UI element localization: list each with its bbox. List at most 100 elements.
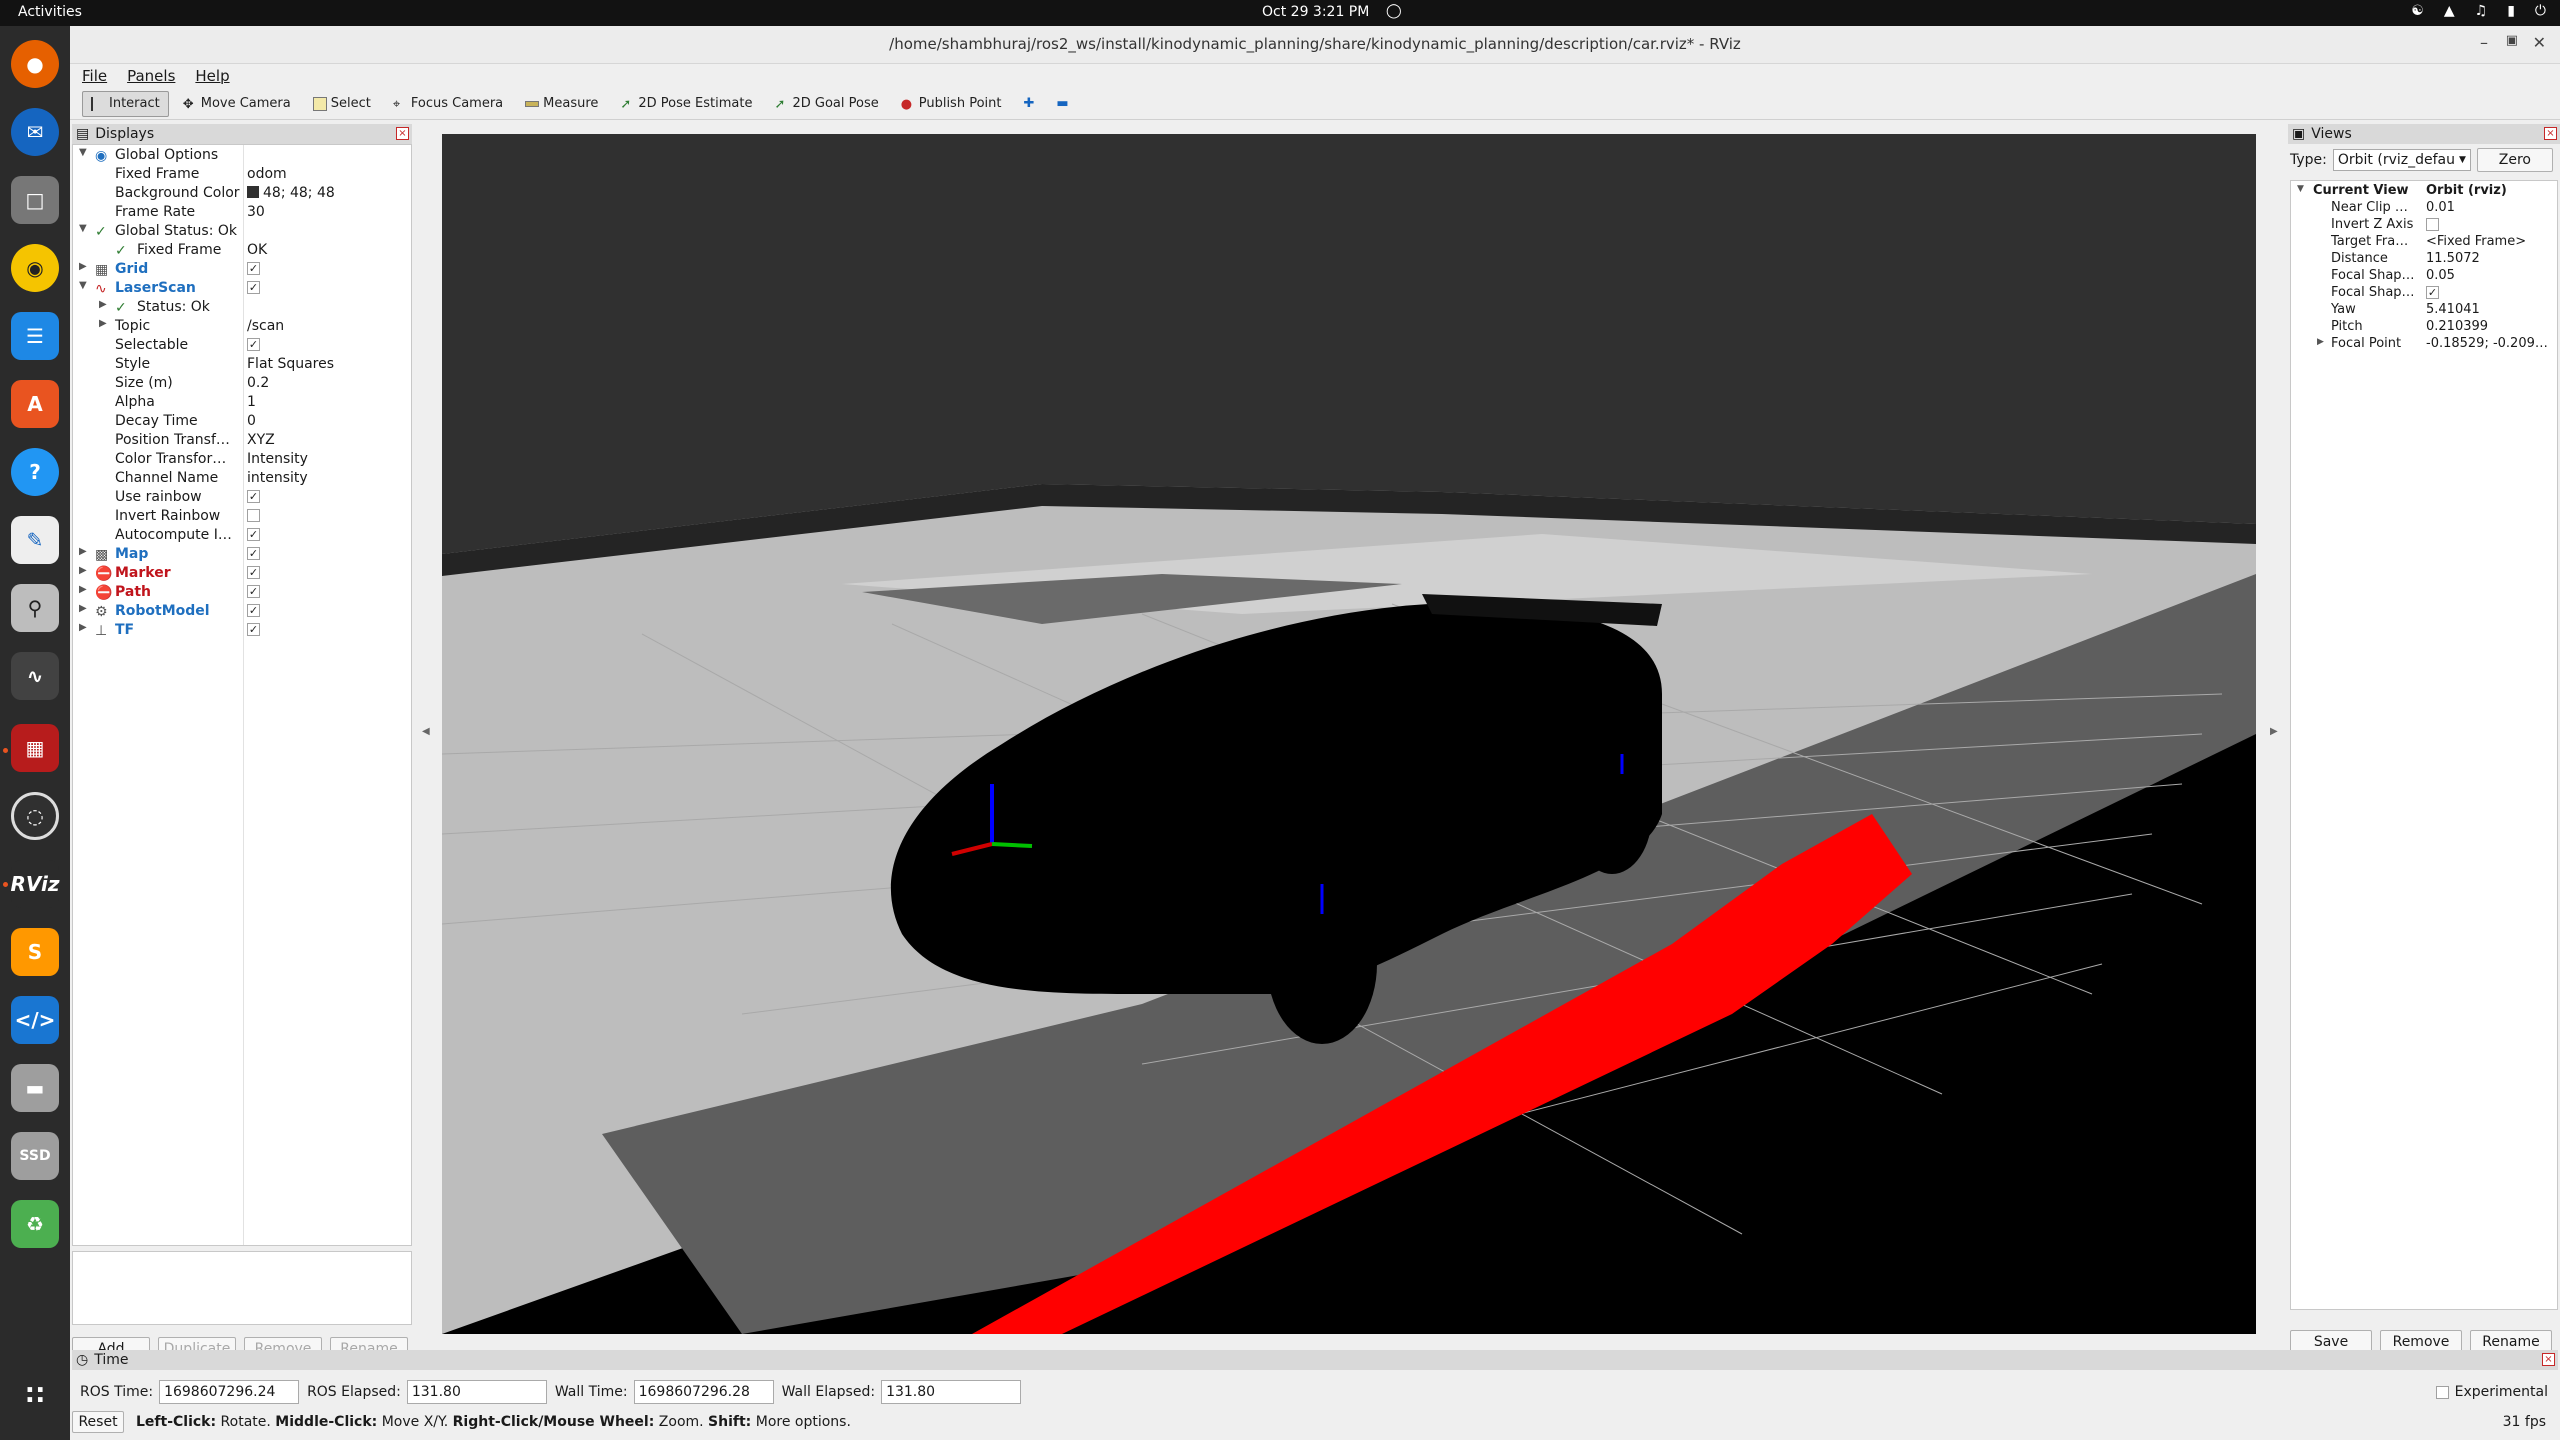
- drive-icon[interactable]: ▬: [11, 1064, 59, 1112]
- left-splitter-handle[interactable]: ◀: [422, 726, 430, 737]
- view-type-select[interactable]: Orbit (rviz_defau ▼: [2332, 149, 2471, 171]
- ssd-icon[interactable]: SSD: [11, 1132, 59, 1180]
- minimize-icon[interactable]: –: [2480, 33, 2488, 52]
- menu-help[interactable]: Help: [195, 67, 229, 85]
- tree-row-fixed-frame-status[interactable]: ✓ Fixed Frame OK: [73, 241, 411, 260]
- expand-icon[interactable]: ▶: [79, 603, 87, 614]
- close-panel-icon[interactable]: ×: [2544, 127, 2557, 140]
- help-icon[interactable]: ?: [11, 448, 59, 496]
- gnome-terminal-icon[interactable]: ▦: [11, 724, 59, 772]
- expand-icon[interactable]: ▶: [2317, 337, 2324, 347]
- collapse-icon[interactable]: ▼: [79, 280, 87, 291]
- expand-icon[interactable]: ▶: [79, 622, 87, 633]
- expand-icon[interactable]: ▶: [79, 546, 87, 557]
- reset-button[interactable]: Reset: [72, 1411, 124, 1433]
- thunderbird-icon[interactable]: ✉: [11, 108, 59, 156]
- libreoffice-writer-icon[interactable]: ☰: [11, 312, 59, 360]
- tree-row-frame-rate[interactable]: Frame Rate 30: [73, 203, 411, 222]
- tree-row-style[interactable]: Style Flat Squares: [73, 355, 411, 374]
- map-enabled-checkbox[interactable]: ✓: [247, 547, 260, 560]
- grid-enabled-checkbox[interactable]: ✓: [247, 262, 260, 275]
- close-panel-icon[interactable]: ×: [396, 127, 409, 140]
- tree-row-selectable[interactable]: Selectable ✓: [73, 336, 411, 355]
- view-row-near-clip[interactable]: Near Clip … 0.01: [2291, 200, 2557, 217]
- tree-row-grid[interactable]: ▶ ▦ Grid ✓: [73, 260, 411, 279]
- tree-row-invert-rainbow[interactable]: Invert Rainbow: [73, 507, 411, 526]
- autocompute-checkbox[interactable]: ✓: [247, 528, 260, 541]
- add-tool-button[interactable]: ✚: [1015, 91, 1042, 117]
- measure-tool[interactable]: Measure: [517, 91, 606, 117]
- view-row-current-view[interactable]: ▼ Current View Orbit (rviz): [2291, 183, 2557, 200]
- collapse-icon[interactable]: ▼: [79, 223, 87, 234]
- goal-pose-tool[interactable]: ➚ 2D Goal Pose: [766, 91, 886, 117]
- firefox-icon[interactable]: ●: [11, 40, 59, 88]
- tree-row-fixed-frame[interactable]: Fixed Frame odom: [73, 165, 411, 184]
- maximize-icon[interactable]: ▣: [2506, 33, 2518, 48]
- tree-row-position-transformer[interactable]: Position Transf… XYZ: [73, 431, 411, 450]
- tree-row-path[interactable]: ▶ ⛔ Path ✓: [73, 583, 411, 602]
- focal-shape-checkbox[interactable]: ✓: [2426, 286, 2439, 299]
- menu-file[interactable]: File: [82, 67, 107, 85]
- search-icon[interactable]: ⚲: [11, 584, 59, 632]
- tree-row-marker[interactable]: ▶ ⛔ Marker ✓: [73, 564, 411, 583]
- system-monitor-icon[interactable]: ∿: [11, 652, 59, 700]
- view-row-distance[interactable]: Distance 11.5072: [2291, 251, 2557, 268]
- tree-row-alpha[interactable]: Alpha 1: [73, 393, 411, 412]
- marker-enabled-checkbox[interactable]: ✓: [247, 566, 260, 579]
- vscode-icon[interactable]: </>: [11, 996, 59, 1044]
- view-row-focal-shape-fixed[interactable]: Focal Shap… ✓: [2291, 285, 2557, 302]
- notification-icon[interactable]: ◯: [1386, 3, 1402, 19]
- tf-enabled-checkbox[interactable]: ✓: [247, 623, 260, 636]
- tree-row-topic[interactable]: ▶ Topic/scan: [73, 317, 411, 336]
- path-enabled-checkbox[interactable]: ✓: [247, 585, 260, 598]
- 3d-viewport[interactable]: [442, 134, 2256, 1334]
- wall-elapsed-input[interactable]: 131.80: [881, 1380, 1022, 1404]
- invert-rainbow-checkbox[interactable]: [247, 509, 260, 522]
- view-row-focal-shape-size[interactable]: Focal Shap… 0.05: [2291, 268, 2557, 285]
- experimental-option[interactable]: Experimental: [2435, 1384, 2548, 1400]
- publish-point-tool[interactable]: ● Publish Point: [893, 91, 1010, 117]
- rhythmbox-icon[interactable]: ◉: [11, 244, 59, 292]
- expand-icon[interactable]: ▶: [79, 565, 87, 576]
- view-row-invert-z[interactable]: Invert Z Axis: [2291, 217, 2557, 234]
- tree-row-background-color[interactable]: Background Color 48; 48; 48: [73, 184, 411, 203]
- text-editor-icon[interactable]: ✎: [11, 516, 59, 564]
- interact-tool[interactable]: Interact: [82, 90, 169, 117]
- selectable-checkbox[interactable]: ✓: [247, 338, 260, 351]
- right-splitter-handle[interactable]: ▶: [2270, 726, 2278, 737]
- invert-z-checkbox[interactable]: [2426, 218, 2439, 231]
- tree-row-size[interactable]: Size (m) 0.2: [73, 374, 411, 393]
- tree-row-global-status[interactable]: ▼ ✓ Global Status: Ok: [73, 222, 411, 241]
- tree-row-decay-time[interactable]: Decay Time 0: [73, 412, 411, 431]
- volume-icon[interactable]: ♫: [2475, 3, 2488, 19]
- pose-estimate-tool[interactable]: ➚ 2D Pose Estimate: [612, 91, 760, 117]
- view-row-pitch[interactable]: Pitch 0.210399: [2291, 319, 2557, 336]
- color-value[interactable]: 48; 48; 48: [247, 185, 335, 201]
- close-panel-icon[interactable]: ×: [2542, 1353, 2555, 1366]
- view-row-focal-point[interactable]: ▶ Focal Point -0.18529; -0.209…: [2291, 336, 2557, 353]
- tree-row-channel-name[interactable]: Channel Name intensity: [73, 469, 411, 488]
- activities-button[interactable]: Activities: [18, 4, 82, 20]
- expand-icon[interactable]: ▶: [99, 299, 107, 310]
- view-row-yaw[interactable]: Yaw 5.41041: [2291, 302, 2557, 319]
- laserscan-enabled-checkbox[interactable]: ✓: [247, 281, 260, 294]
- collapse-icon[interactable]: ▼: [79, 147, 87, 158]
- battery-icon[interactable]: ▮: [2507, 3, 2515, 19]
- tree-row-robotmodel[interactable]: ▶ ⚙ RobotModel ✓: [73, 602, 411, 621]
- tree-row-use-rainbow[interactable]: Use rainbow ✓: [73, 488, 411, 507]
- experimental-checkbox[interactable]: [2435, 1385, 2449, 1399]
- expand-icon[interactable]: ▶: [79, 584, 87, 595]
- tree-row-tf[interactable]: ▶ ⊥ TF ✓: [73, 621, 411, 640]
- expand-icon[interactable]: ▶: [79, 261, 87, 272]
- expand-icon[interactable]: ▶: [99, 318, 107, 329]
- wifi-icon[interactable]: ▲: [2444, 3, 2455, 19]
- menu-panels[interactable]: Panels: [127, 67, 175, 85]
- remove-tool-button[interactable]: ▬: [1048, 91, 1076, 117]
- app-center-icon[interactable]: A: [11, 380, 59, 428]
- system-tray[interactable]: ☯ ▲ ♫ ▮ ⏻: [2411, 3, 2546, 19]
- collapse-icon[interactable]: ▼: [2297, 184, 2304, 194]
- rviz-icon[interactable]: RViz: [10, 860, 60, 908]
- power-icon[interactable]: ⏻: [2535, 3, 2546, 19]
- trash-icon[interactable]: ♻: [11, 1200, 59, 1248]
- tree-row-map[interactable]: ▶ ▩ Map ✓: [73, 545, 411, 564]
